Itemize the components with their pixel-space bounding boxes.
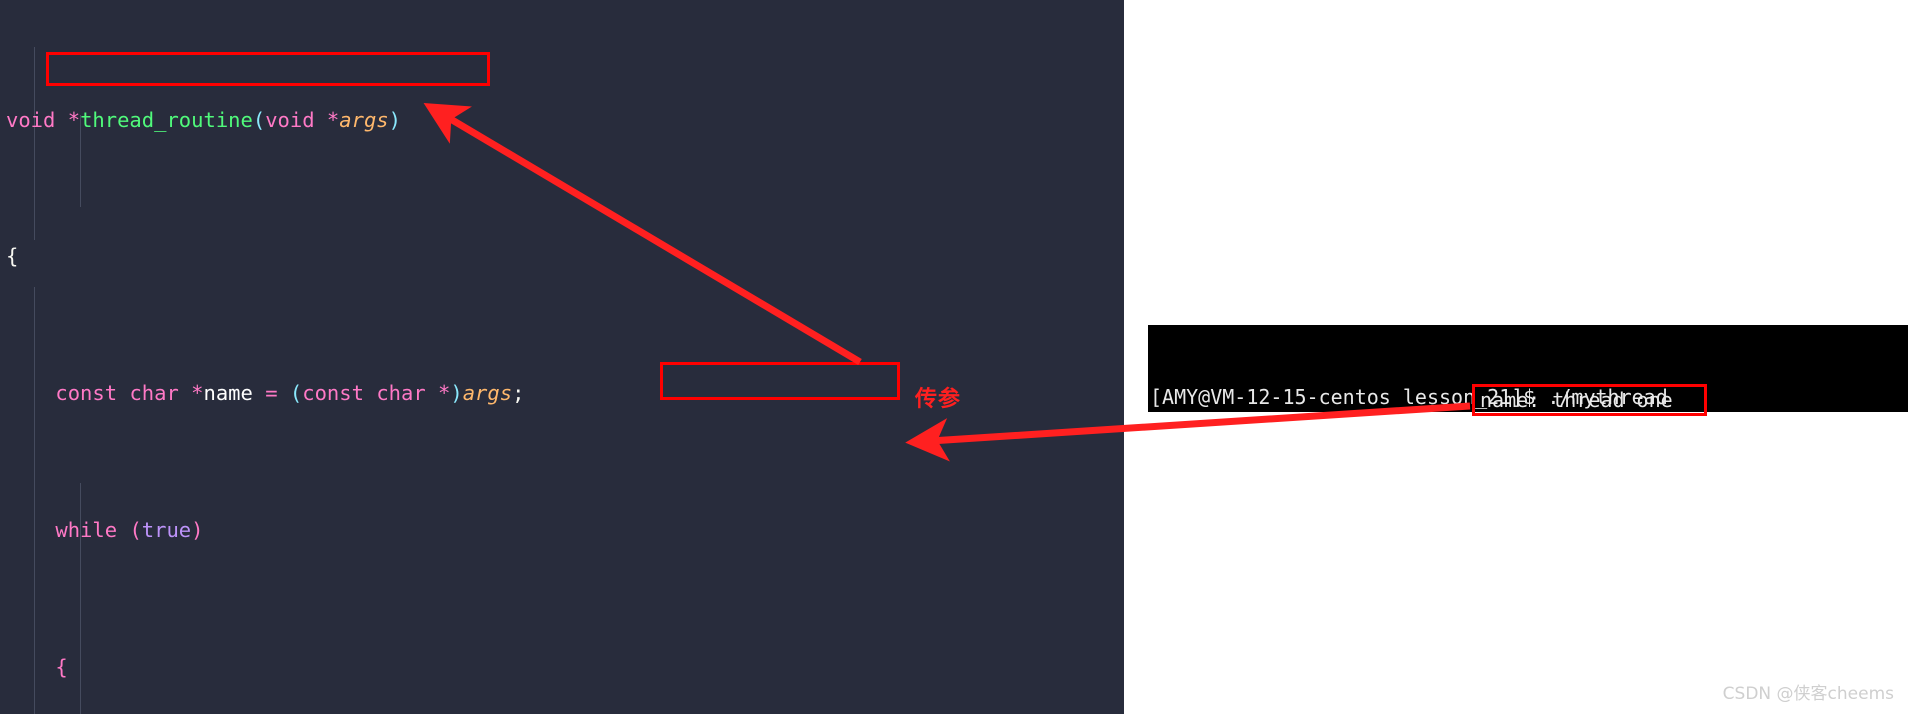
screenshot-root: void *thread_routine(void *args) { const… (0, 0, 1908, 714)
code-line[interactable]: while (true) (0, 513, 1124, 547)
code-lines[interactable]: void *thread_routine(void *args) { const… (0, 0, 1124, 714)
code-line[interactable]: { (0, 239, 1124, 273)
annotation-label-chuancan: 传参 (915, 387, 962, 412)
code-line[interactable]: void *thread_routine(void *args) (0, 103, 1124, 137)
code-line[interactable]: { (0, 650, 1124, 684)
watermark: CSDN @侠客cheems (1722, 684, 1894, 704)
terminal-highlighted-output-text: name: thread one (1480, 388, 1673, 412)
code-editor-pane[interactable]: void *thread_routine(void *args) { const… (0, 0, 1124, 714)
